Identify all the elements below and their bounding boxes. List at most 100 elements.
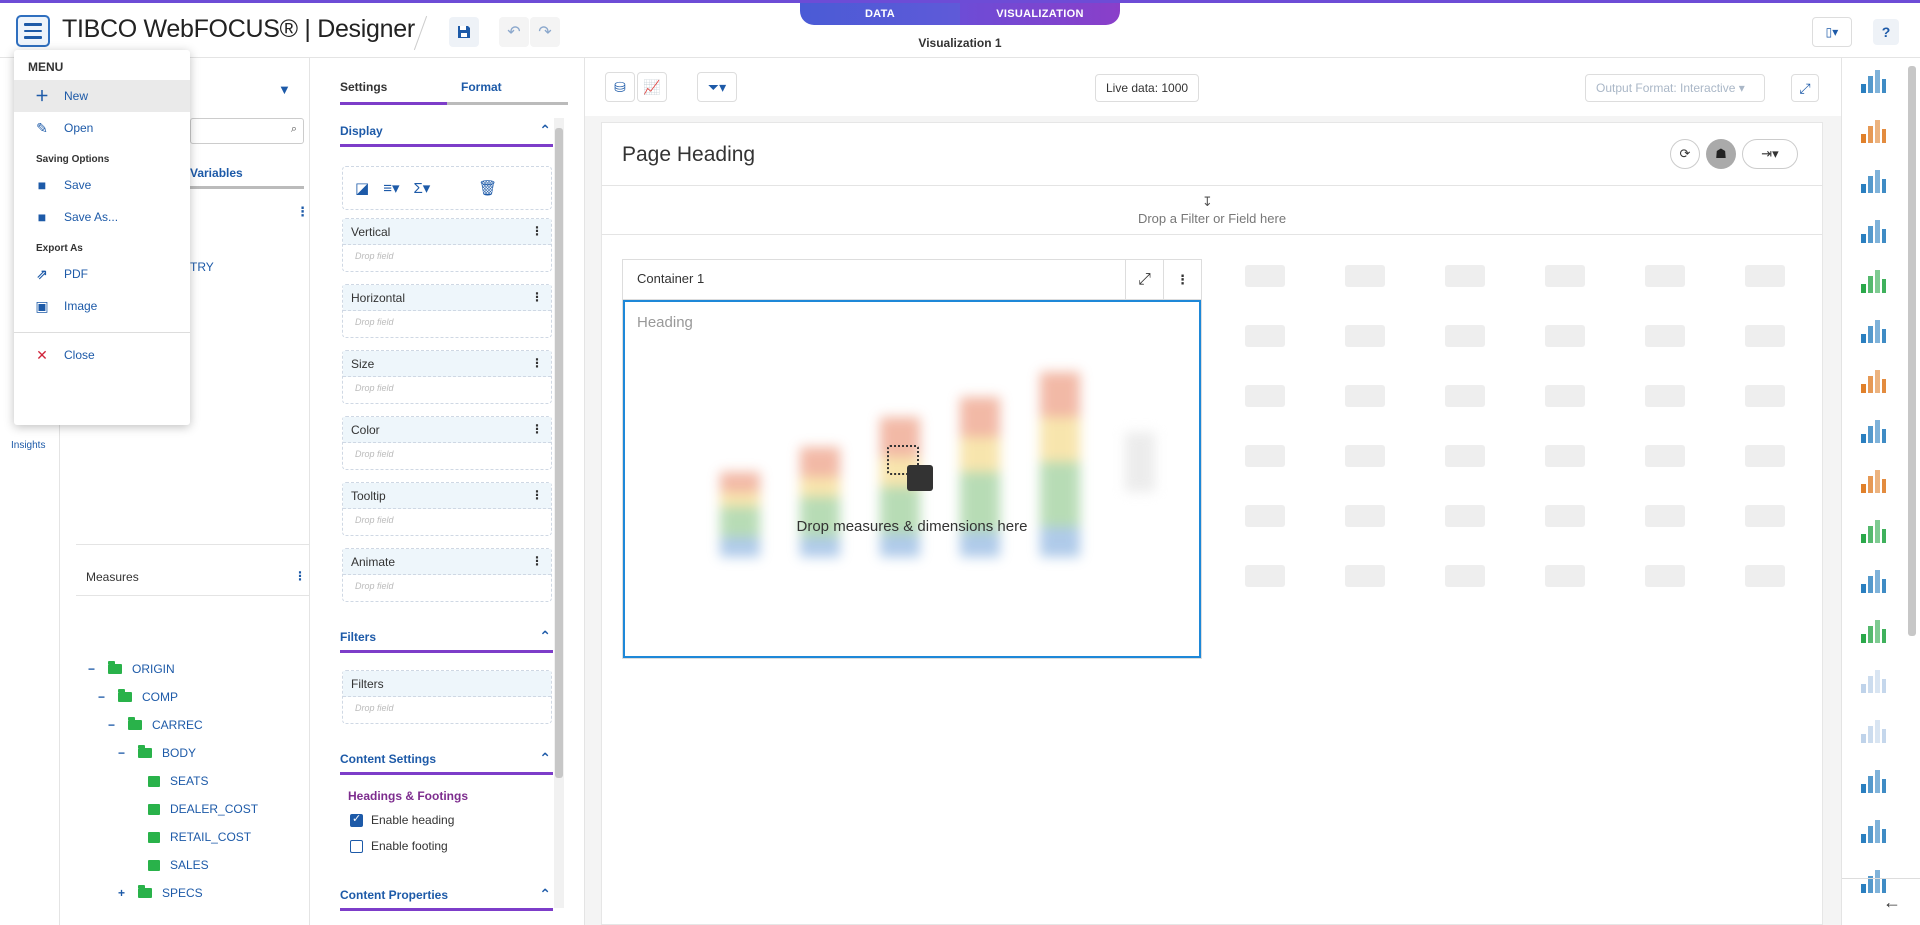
scatter-icon[interactable] — [1858, 416, 1892, 450]
size-well[interactable]: Size ⋮ Drop field — [342, 350, 552, 404]
collapse-icon[interactable]: − — [118, 746, 128, 760]
dimension-item[interactable]: TRY — [190, 260, 214, 274]
grid-placeholder — [1645, 565, 1685, 587]
filters-section-header[interactable]: Filters ⌃ — [340, 628, 553, 653]
measures-more-icon[interactable]: ⋮ — [294, 569, 306, 583]
table-icon[interactable] — [1858, 66, 1892, 100]
output-format-select[interactable]: Output Format: Interactive ▾ — [1585, 74, 1765, 102]
chart-type-icon[interactable]: ◪ — [355, 179, 369, 197]
stacked-bar-icon[interactable] — [1858, 116, 1892, 150]
well-more-icon[interactable]: ⋮ — [531, 422, 543, 436]
well-more-icon[interactable]: ⋮ — [531, 554, 543, 568]
vertical-well[interactable]: Vertical ⋮ Drop field — [342, 218, 552, 272]
color-well[interactable]: Color ⋮ Drop field — [342, 416, 552, 470]
filter-drop-zone[interactable]: ↧ Drop a Filter or Field here — [602, 185, 1822, 235]
insights-toggle-button[interactable]: ☗ — [1706, 139, 1736, 169]
menu-item-save-as[interactable]: ■ Save As... — [14, 201, 190, 233]
tab-data[interactable]: DATA — [800, 3, 960, 25]
world-map-icon[interactable] — [1858, 666, 1892, 700]
horizontal-well[interactable]: Horizontal ⋮ Drop field — [342, 284, 552, 338]
collapse-rail-button[interactable]: ← — [1842, 878, 1920, 925]
dot-matrix-icon[interactable] — [1858, 466, 1892, 500]
scrollbar-thumb[interactable] — [555, 128, 563, 778]
search-input[interactable]: ⌕ — [190, 118, 304, 144]
add-data-button[interactable]: ⛁ — [605, 72, 635, 102]
panel-more-icon[interactable]: ⋮ — [296, 204, 309, 220]
container-more-icon[interactable]: ⋮ — [1163, 260, 1201, 300]
insights-label[interactable]: Insights — [11, 440, 45, 451]
menu-item-save[interactable]: ■ Save — [14, 169, 190, 201]
tree-measure[interactable]: RETAIL_COST — [128, 830, 251, 844]
tab-variables[interactable]: Variables — [190, 166, 304, 189]
align-dropdown[interactable]: ≡▾ — [383, 179, 399, 197]
well-more-icon[interactable]: ⋮ — [531, 224, 543, 238]
aggregate-dropdown[interactable]: Σ▾ — [413, 179, 430, 197]
tab-format[interactable]: Format — [447, 80, 568, 105]
chart-drop-zone[interactable]: Heading Drop measures & dimensions here — [623, 300, 1201, 658]
menu-item-image[interactable]: ▣ Image — [14, 290, 190, 322]
us-map-icon[interactable] — [1858, 716, 1892, 750]
well-more-icon[interactable]: ⋮ — [531, 488, 543, 502]
animate-well[interactable]: Animate ⋮ Drop field — [342, 548, 552, 602]
trash-icon[interactable]: 🗑 — [478, 179, 497, 197]
well-more-icon[interactable]: ⋮ — [531, 356, 543, 370]
tree-folder[interactable]: − CARREC — [108, 717, 203, 732]
enable-heading-checkbox[interactable] — [350, 812, 363, 828]
tree-measure[interactable]: DEALER_COST — [128, 802, 258, 816]
chevron-down-icon[interactable]: ▼ — [278, 82, 291, 97]
rail-scrollbar-thumb[interactable] — [1908, 66, 1916, 636]
well-label-text: Size — [351, 357, 375, 371]
tree-measure[interactable]: SEATS — [128, 774, 208, 788]
menu-item-close[interactable]: ✕ Close — [14, 339, 190, 371]
menu-item-open[interactable]: ✎ Open — [14, 112, 190, 144]
grid-placeholder — [1645, 265, 1685, 287]
menu-item-new[interactable]: ＋ New — [14, 80, 190, 112]
menu-item-label: Image — [64, 299, 98, 313]
drop-filter-hint: Drop a Filter or Field here — [1137, 211, 1287, 226]
column-icon[interactable] — [1858, 216, 1892, 250]
tab-visualization[interactable]: VISUALIZATION — [960, 3, 1120, 25]
well-more-icon[interactable]: ⋮ — [531, 290, 543, 304]
line-icon[interactable] — [1858, 316, 1892, 350]
collapse-icon[interactable]: − — [88, 662, 98, 676]
add-chart-button[interactable]: 📈 — [637, 72, 667, 102]
tree-folder[interactable]: − COMP — [98, 689, 178, 704]
bubble-icon[interactable] — [1858, 566, 1892, 600]
filters-well[interactable]: Filters Drop field — [342, 670, 552, 724]
maximize-icon[interactable]: ⤢ — [1125, 260, 1163, 300]
collapse-icon[interactable]: − — [108, 718, 118, 732]
tree-folder[interactable]: − BODY — [118, 745, 196, 760]
container-1[interactable]: Container 1 ⤢ ⋮ Heading Drop measures & … — [622, 259, 1202, 659]
boxplot-icon[interactable] — [1858, 616, 1892, 650]
refresh-button[interactable]: ⟳ — [1670, 139, 1700, 169]
horizontal-bar-icon[interactable] — [1858, 166, 1892, 200]
area-icon[interactable] — [1858, 366, 1892, 400]
expand-icon[interactable]: + — [118, 886, 128, 900]
tree-folder[interactable]: + SPECS — [118, 885, 203, 900]
layout-toggle-button[interactable]: ▯▾ — [1812, 17, 1852, 47]
tooltip-well[interactable]: Tooltip ⋮ Drop field — [342, 482, 552, 536]
enable-heading-row[interactable]: Enable heading — [350, 812, 454, 828]
treemap-icon[interactable] — [1858, 516, 1892, 550]
live-data-button[interactable]: Live data: 1000 — [1095, 74, 1200, 102]
crosstab-icon[interactable] — [1858, 766, 1892, 800]
content-properties-header[interactable]: Content Properties ⌃ — [340, 886, 553, 911]
grid-icon[interactable] — [1858, 816, 1892, 850]
settings-scrollbar[interactable] — [554, 118, 564, 908]
page-heading[interactable]: Page Heading — [622, 143, 755, 167]
tree-measure[interactable]: SALES — [128, 858, 209, 872]
collapse-icon[interactable]: − — [98, 690, 108, 704]
filter-button[interactable]: ⏷▾ — [697, 72, 737, 102]
measure-icon — [148, 831, 160, 843]
enable-footing-row[interactable]: Enable footing — [350, 839, 448, 854]
display-section-header[interactable]: Display ⌃ — [340, 122, 553, 147]
enable-footing-checkbox[interactable] — [350, 840, 363, 854]
help-button[interactable]: ? — [1873, 19, 1899, 45]
tab-settings[interactable]: Settings — [340, 80, 447, 105]
export-button[interactable]: ⇥▾ — [1742, 139, 1798, 169]
menu-item-pdf[interactable]: ⇗ PDF — [14, 258, 190, 290]
tree-folder[interactable]: − ORIGIN — [88, 661, 175, 676]
fullscreen-button[interactable]: ⤢ — [1791, 74, 1819, 102]
donut-icon[interactable] — [1858, 266, 1892, 300]
content-settings-header[interactable]: Content Settings ⌃ — [340, 750, 553, 775]
